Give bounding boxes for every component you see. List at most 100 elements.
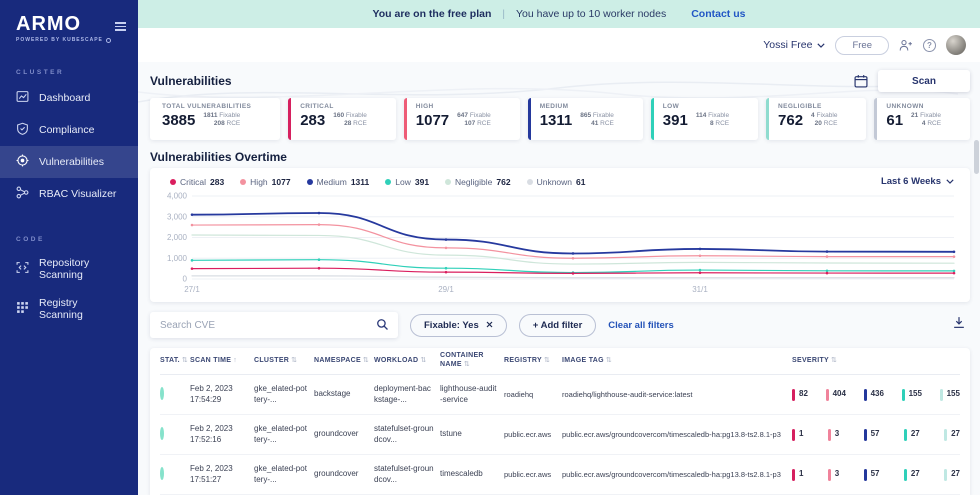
close-icon[interactable] xyxy=(486,320,493,331)
sidebar-item-label: Vulnerabilities xyxy=(39,156,104,168)
negligible-dot-icon xyxy=(445,179,451,185)
col-namespace[interactable]: NAMESPACE⇅ xyxy=(314,357,374,366)
chevron-down-icon xyxy=(817,39,825,51)
registry-scanning-icon xyxy=(16,301,29,317)
filter-bar: Fixable: Yes + Add filter Clear all filt… xyxy=(150,311,970,339)
status-icon xyxy=(160,467,164,480)
svg-text:4,000: 4,000 xyxy=(167,192,188,201)
vulnerabilities-table: STAT.⇅ SCAN TIME↑ CLUSTER⇅ NAMESPACE⇅ WO… xyxy=(150,348,970,495)
dashboard-icon xyxy=(16,90,29,106)
summary-cards: TOTAL VULNERABILITIES 3885 1811 Fixable … xyxy=(150,98,970,140)
summary-card-medium: MEDIUM 1311 865 Fixable 41 RCE xyxy=(528,98,643,140)
compliance-icon xyxy=(16,122,29,138)
col-workload[interactable]: WORKLOAD⇅ xyxy=(374,357,440,366)
legend-item-unknown[interactable]: Unknown61 xyxy=(527,177,586,187)
medium-dot-icon xyxy=(307,179,313,185)
table-row[interactable]: Feb 2, 202317:51:27 gke_elated-pottery-.… xyxy=(160,455,960,495)
legend-item-negligible[interactable]: Negligible762 xyxy=(445,177,511,187)
time-range-label: Last 6 Weeks xyxy=(881,176,941,187)
sidebar-item-compliance[interactable]: Compliance xyxy=(0,114,138,146)
col-container-name[interactable]: CONTAINER NAME⇅ xyxy=(440,352,504,370)
sidebar-item-label: Dashboard xyxy=(39,92,90,104)
scan-button[interactable]: Scan xyxy=(878,70,970,92)
medium-value: 1311 xyxy=(540,113,573,128)
download-icon[interactable] xyxy=(952,316,970,334)
overtime-title: Vulnerabilities Overtime xyxy=(150,150,970,164)
col-severity[interactable]: SEVERITY⇅ xyxy=(792,357,960,366)
sidebar-item-label: RBAC Visualizer xyxy=(39,188,116,200)
svg-text:2,000: 2,000 xyxy=(167,233,188,242)
filter-chip-fixable[interactable]: Fixable: Yes xyxy=(410,314,507,337)
sidebar-item-rbac-visualizer[interactable]: RBAC Visualizer xyxy=(0,178,138,210)
summary-card-high: HIGH 1077 647 Fixable 107 RCE xyxy=(404,98,520,140)
legend-item-critical[interactable]: Critical283 xyxy=(170,177,224,187)
summary-card-total: TOTAL VULNERABILITIES 3885 1811 Fixable … xyxy=(150,98,280,140)
low-value: 391 xyxy=(663,113,688,128)
summary-card-low: LOW 391 114 Fixable 8 RCE xyxy=(651,98,758,140)
medium-severity-bar xyxy=(864,429,867,441)
table-header: STAT.⇅ SCAN TIME↑ CLUSTER⇅ NAMESPACE⇅ WO… xyxy=(160,348,960,375)
summary-card-unknown: UNKNOWN 61 21 Fixable 4 RCE xyxy=(874,98,970,140)
invite-user-icon[interactable] xyxy=(899,39,913,52)
high-severity-bar xyxy=(828,429,831,441)
sidebar-item-repository-scanning[interactable]: Repository Scanning xyxy=(0,249,138,289)
sidebar-item-dashboard[interactable]: Dashboard xyxy=(0,82,138,114)
svg-text:27/1: 27/1 xyxy=(184,285,200,294)
critical-dot-icon xyxy=(170,179,176,185)
sidebar-item-label: Repository Scanning xyxy=(39,257,122,281)
armo-logo: ARMO POWERED BY KUBESCAPE xyxy=(16,14,111,43)
negligible-value: 762 xyxy=(778,113,803,128)
search-cve-input[interactable] xyxy=(150,320,360,331)
col-scan-time[interactable]: SCAN TIME↑ xyxy=(190,357,254,366)
sidebar-item-vulnerabilities[interactable]: Vulnerabilities xyxy=(0,146,138,178)
sidebar-item-label: Compliance xyxy=(39,124,94,136)
critical-value: 283 xyxy=(300,113,325,128)
table-row[interactable]: Feb 2, 202317:54:29 gke_elated-pottery-.… xyxy=(160,375,960,415)
hamburger-icon[interactable] xyxy=(115,20,126,33)
armo-logo-text: ARMO xyxy=(16,14,111,34)
col-stat[interactable]: STAT.⇅ xyxy=(160,357,190,366)
sidebar-item-label: Registry Scanning xyxy=(39,297,122,321)
negligible-severity-bar xyxy=(944,429,947,441)
negligible-severity-bar xyxy=(944,469,947,481)
avatar[interactable] xyxy=(946,35,966,55)
contact-us-link[interactable]: Contact us xyxy=(691,8,745,20)
page-scrollbar[interactable] xyxy=(974,140,979,174)
time-range-select[interactable]: Last 6 Weeks xyxy=(881,176,954,187)
clear-all-filters-link[interactable]: Clear all filters xyxy=(608,320,673,331)
page-title: Vulnerabilities xyxy=(150,74,232,88)
legend-item-medium[interactable]: Medium1311 xyxy=(307,177,370,187)
banner-divider: | xyxy=(502,9,505,20)
overtime-chart: 01,0002,0003,0004,00027/129/131/1 xyxy=(156,191,960,300)
calendar-icon[interactable] xyxy=(854,74,868,88)
user-menu[interactable]: Yossi Free xyxy=(763,39,825,51)
free-plan-banner: You are on the free plan | You have up t… xyxy=(138,0,980,28)
search-box xyxy=(150,312,398,338)
severity-cells: 82 404 436 155 155 xyxy=(792,389,960,401)
col-cluster[interactable]: CLUSTER⇅ xyxy=(254,357,314,366)
medium-severity-bar xyxy=(864,469,867,481)
sidebar-section-cluster: CLUSTER xyxy=(0,69,138,76)
table-row[interactable]: Feb 2, 202317:52:16 gke_elated-pottery-.… xyxy=(160,415,960,455)
add-filter-button[interactable]: + Add filter xyxy=(519,314,597,337)
low-severity-bar xyxy=(904,469,907,481)
col-registry[interactable]: REGISTRY⇅ xyxy=(504,357,562,366)
severity-cells: 1 3 57 27 27 xyxy=(792,469,960,481)
worker-nodes-text: You have up to 10 worker nodes xyxy=(516,8,666,20)
topbar: Yossi Free Free ? xyxy=(138,28,980,62)
negligible-severity-bar xyxy=(940,389,943,401)
unknown-value: 61 xyxy=(886,113,903,128)
help-icon[interactable]: ? xyxy=(923,39,936,52)
plan-badge[interactable]: Free xyxy=(835,36,889,55)
legend-item-high[interactable]: High1077 xyxy=(240,177,290,187)
col-image-tag[interactable]: IMAGE TAG⇅ xyxy=(562,357,792,366)
summary-card-critical: CRITICAL 283 160 Fixable 28 RCE xyxy=(288,98,396,140)
sidebar-item-registry-scanning[interactable]: Registry Scanning xyxy=(0,289,138,329)
low-severity-bar xyxy=(902,389,905,401)
svg-text:3,000: 3,000 xyxy=(167,212,188,221)
legend-item-low[interactable]: Low391 xyxy=(385,177,429,187)
chart-legend: Critical283 High1077 Medium1311 Low391 N… xyxy=(170,177,585,187)
search-icon[interactable] xyxy=(376,318,389,336)
low-severity-bar xyxy=(904,429,907,441)
unknown-dot-icon xyxy=(527,179,533,185)
